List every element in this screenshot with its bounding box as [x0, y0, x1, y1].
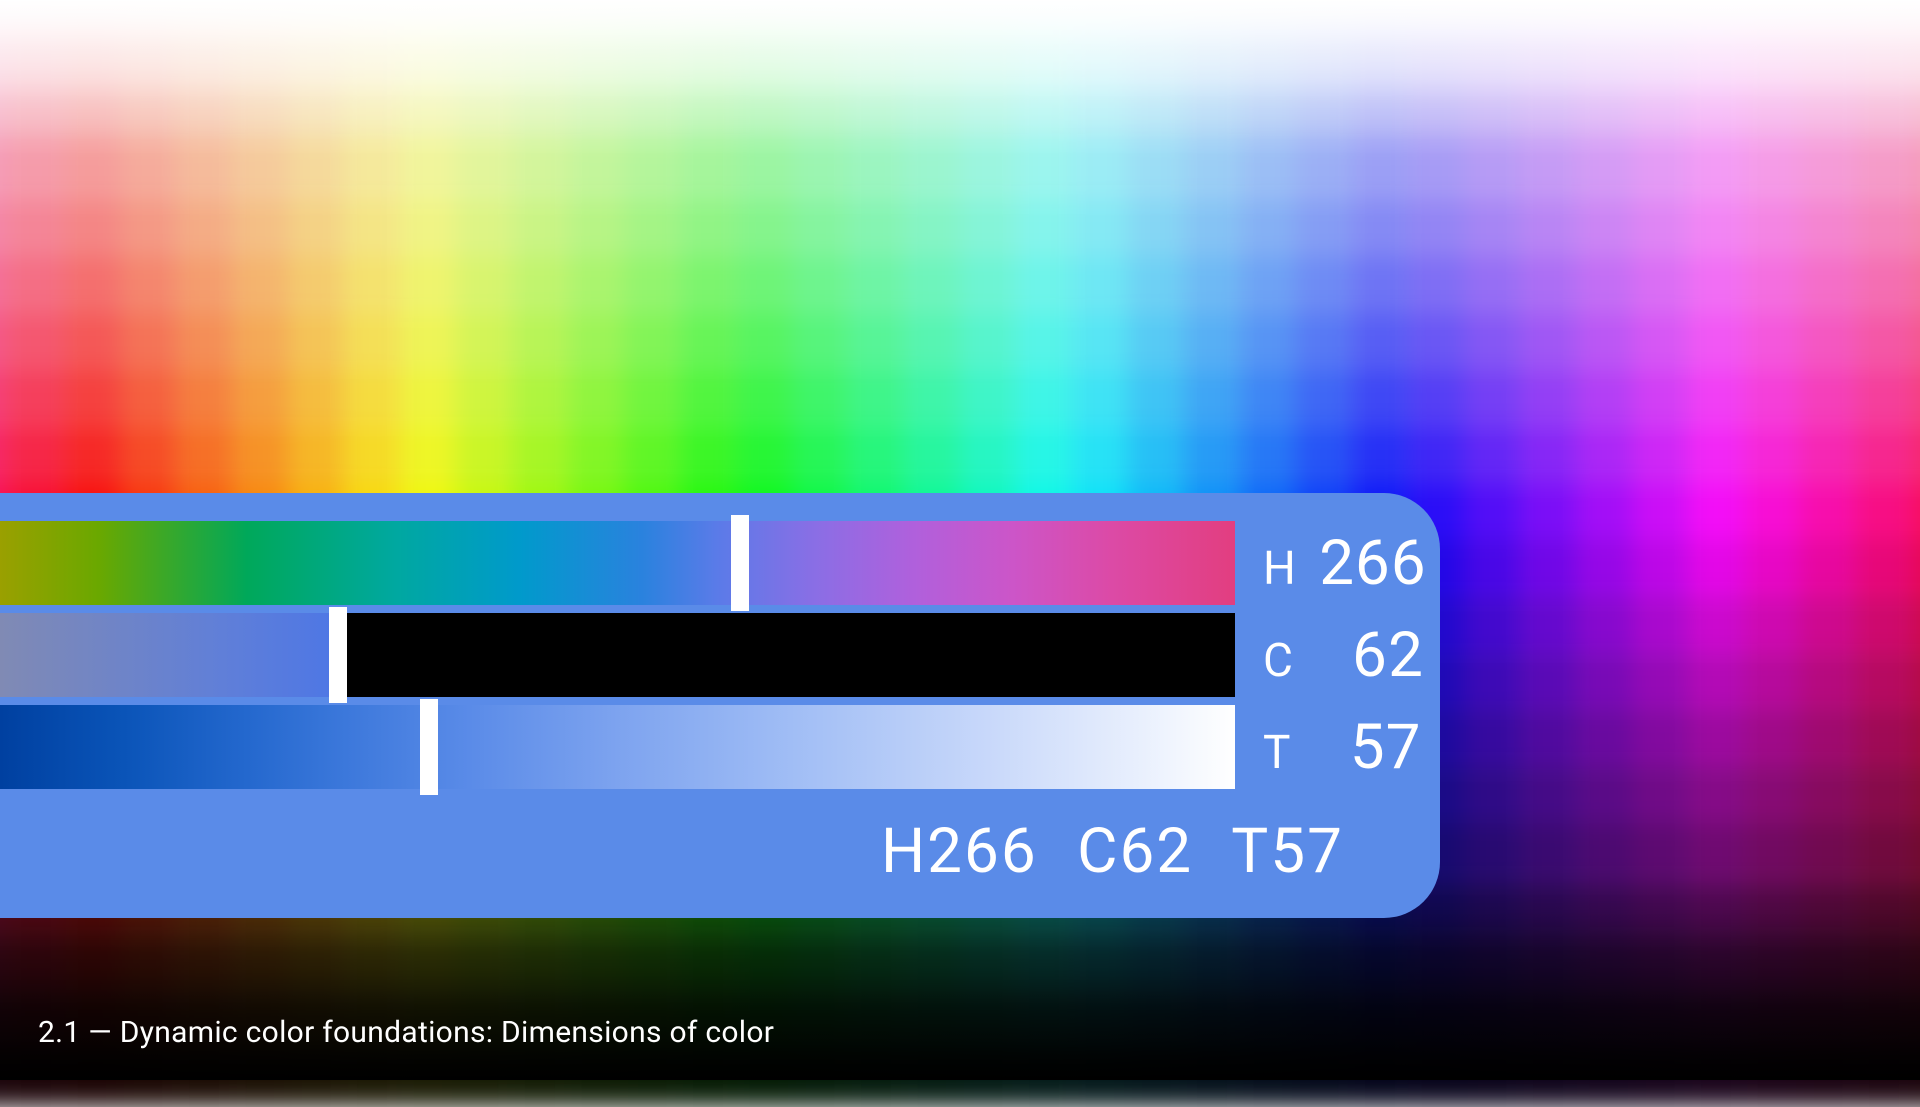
chroma-gradient: [0, 613, 1235, 697]
chroma-slider-thumb[interactable]: [329, 607, 347, 703]
chroma-value: 62: [1314, 619, 1424, 692]
hue-row: H 266: [0, 521, 1392, 605]
hue-key: H: [1263, 542, 1297, 596]
chroma-row: C 62: [0, 613, 1392, 697]
slide-caption: 2.1 — Dynamic color foundations: Dimensi…: [38, 1015, 774, 1050]
chroma-slider-track[interactable]: [0, 613, 1235, 697]
hue-readout: H 266: [1263, 527, 1427, 600]
chroma-readout: C 62: [1263, 619, 1424, 692]
hue-slider-thumb[interactable]: [731, 515, 749, 611]
top-white-fade: [0, 0, 1920, 140]
tone-value: 57: [1311, 711, 1421, 784]
tone-slider-thumb[interactable]: [420, 699, 438, 795]
tone-key: T: [1263, 726, 1291, 780]
hct-panel: H 266 C 62 T 57 H266 C62 T57: [0, 493, 1440, 918]
hct-summary: H266 C62 T57: [0, 797, 1392, 888]
tone-row: T 57: [0, 705, 1392, 789]
tone-readout: T 57: [1263, 711, 1421, 784]
chroma-key: C: [1263, 634, 1294, 688]
hue-value: 266: [1317, 527, 1427, 600]
hue-slider-track[interactable]: [0, 521, 1235, 605]
tone-slider-track[interactable]: [0, 705, 1235, 789]
